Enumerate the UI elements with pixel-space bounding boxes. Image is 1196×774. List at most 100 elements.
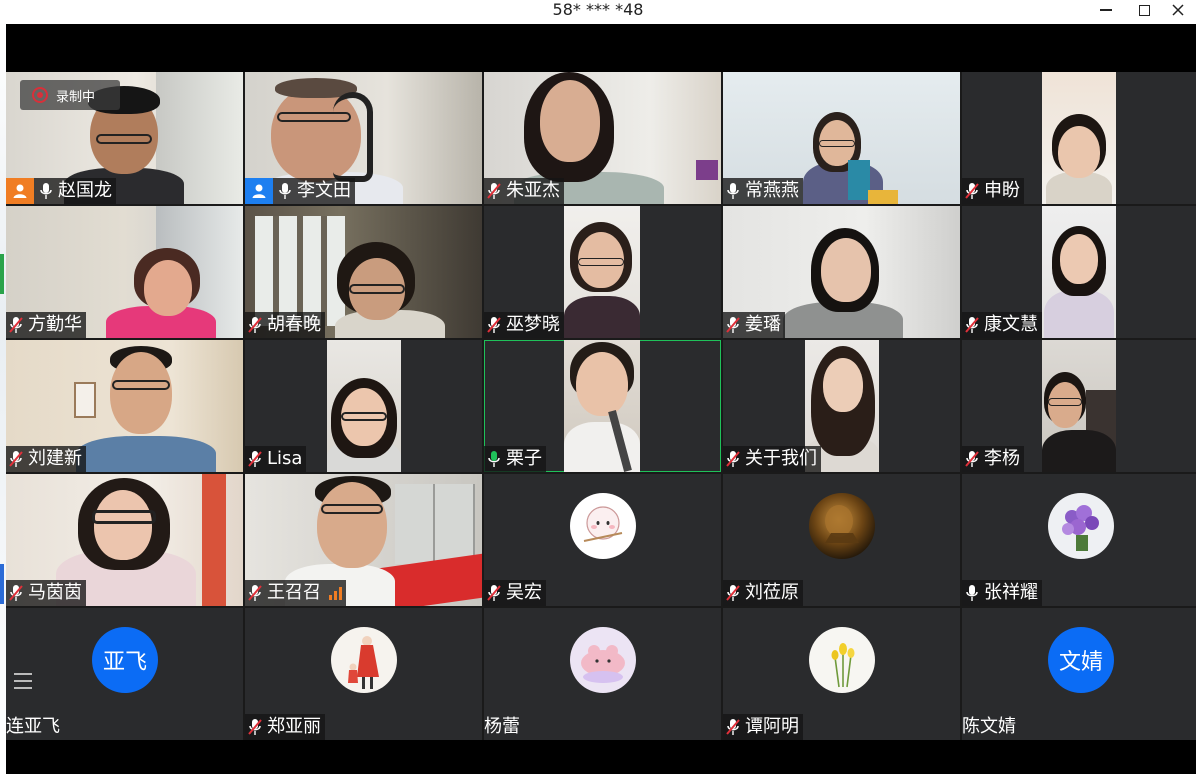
video-feed bbox=[1042, 340, 1116, 472]
video-feed bbox=[1042, 206, 1116, 338]
participant-name: 连亚飞 bbox=[6, 716, 60, 737]
participant-tile[interactable]: 方勤华 bbox=[6, 206, 243, 338]
participant-name-tag: 申盼 bbox=[962, 178, 1024, 204]
maximize-button[interactable] bbox=[1126, 0, 1162, 20]
participant-tile[interactable]: 文婧 陈文婧 bbox=[962, 608, 1196, 740]
participant-name-tag: 马茵茵 bbox=[6, 580, 86, 606]
participant-name-tag: 刘莅原 bbox=[723, 580, 803, 606]
participant-tile[interactable]: 吴宏 bbox=[484, 474, 721, 606]
participant-tile[interactable]: 王召召 bbox=[245, 474, 482, 606]
microphone-icon bbox=[275, 178, 295, 204]
muted-microphone-icon bbox=[723, 580, 743, 606]
participant-name: 方勤华 bbox=[28, 314, 82, 335]
participant-tile-active-speaker[interactable]: 栗子 bbox=[484, 340, 721, 472]
participant-tile[interactable]: 刘建新 bbox=[6, 340, 243, 472]
muted-microphone-icon bbox=[6, 580, 26, 606]
participant-tile[interactable]: Lisa bbox=[245, 340, 482, 472]
participant-name: 栗子 bbox=[506, 448, 542, 469]
participant-tile[interactable]: 马茵茵 bbox=[6, 474, 243, 606]
participant-name-tag: 连亚飞 bbox=[6, 714, 64, 740]
participant-name-tag: 杨蕾 bbox=[484, 714, 524, 740]
participant-grid: 录制中 赵国龙 李文田 朱亚杰 常燕燕 申盼 方勤华 胡春晚 巫梦晓 姜璠 康文… bbox=[6, 72, 1196, 740]
participant-name-tag: 李杨 bbox=[962, 446, 1024, 472]
close-button[interactable] bbox=[1160, 0, 1196, 20]
participant-tile[interactable]: 姜璠 bbox=[723, 206, 960, 338]
yellow-tulips-avatar bbox=[809, 627, 875, 693]
illustration-girl-avatar bbox=[331, 627, 397, 693]
participant-name-tag: 李文田 bbox=[245, 178, 355, 204]
participant-name: 陈文婧 bbox=[962, 716, 1016, 737]
muted-microphone-icon bbox=[6, 446, 26, 472]
minimize-button[interactable] bbox=[1088, 0, 1124, 20]
participant-name: 申盼 bbox=[984, 180, 1020, 201]
participant-tile[interactable]: 李杨 bbox=[962, 340, 1196, 472]
participant-name: 李文田 bbox=[297, 180, 351, 201]
bottom-bar bbox=[6, 740, 1196, 774]
muted-microphone-icon bbox=[6, 312, 26, 338]
lion-photo-avatar bbox=[809, 493, 875, 559]
participant-name: 吴宏 bbox=[506, 582, 542, 603]
participant-name: 巫梦晓 bbox=[506, 314, 560, 335]
participant-name-tag: 谭阿明 bbox=[723, 714, 803, 740]
participant-name-tag: 姜璠 bbox=[723, 312, 785, 338]
pink-cloud-avatar bbox=[570, 627, 636, 693]
participant-name-tag: 关于我们 bbox=[723, 446, 821, 472]
close-icon bbox=[1172, 4, 1184, 16]
participant-tile[interactable]: 关于我们 bbox=[723, 340, 960, 472]
participant-name: 康文慧 bbox=[984, 314, 1038, 335]
participant-tile[interactable]: 录制中 赵国龙 bbox=[6, 72, 243, 204]
recording-label: 录制中 bbox=[56, 89, 96, 105]
muted-microphone-icon bbox=[245, 312, 265, 338]
maximize-icon bbox=[1138, 4, 1150, 16]
microphone-icon bbox=[962, 580, 982, 606]
participant-tile[interactable]: 巫梦晓 bbox=[484, 206, 721, 338]
participant-tile[interactable]: 张祥耀 bbox=[962, 474, 1196, 606]
muted-microphone-icon bbox=[245, 446, 265, 472]
participant-tile[interactable]: 亚飞 连亚飞 bbox=[6, 608, 243, 740]
participant-name-tag: 张祥耀 bbox=[962, 580, 1042, 606]
participant-name: 郑亚丽 bbox=[267, 716, 321, 737]
participant-tile[interactable]: 朱亚杰 bbox=[484, 72, 721, 204]
muted-microphone-icon bbox=[723, 446, 743, 472]
participant-name-tag: 朱亚杰 bbox=[484, 178, 564, 204]
record-icon bbox=[32, 87, 48, 103]
recording-indicator: 录制中 bbox=[20, 80, 120, 110]
participant-tile[interactable]: 康文慧 bbox=[962, 206, 1196, 338]
video-feed bbox=[564, 206, 640, 338]
muted-microphone-icon bbox=[484, 178, 504, 204]
participant-name: 常燕燕 bbox=[745, 180, 799, 201]
participant-name: 胡春晚 bbox=[267, 314, 321, 335]
participant-tile[interactable]: 李文田 bbox=[245, 72, 482, 204]
initials-avatar: 文婧 bbox=[1048, 627, 1114, 693]
participant-tile[interactable]: 谭阿明 bbox=[723, 608, 960, 740]
participant-name-tag: 赵国龙 bbox=[6, 178, 116, 204]
participant-name-tag: 方勤华 bbox=[6, 312, 86, 338]
participant-tile[interactable]: 刘莅原 bbox=[723, 474, 960, 606]
participant-name-tag: 胡春晚 bbox=[245, 312, 325, 338]
muted-microphone-icon bbox=[484, 312, 504, 338]
participant-tile[interactable]: 申盼 bbox=[962, 72, 1196, 204]
host-icon bbox=[6, 178, 34, 204]
participant-name: 张祥耀 bbox=[984, 582, 1038, 603]
initials-avatar: 亚飞 bbox=[92, 627, 158, 693]
participant-name: 赵国龙 bbox=[58, 180, 112, 201]
participant-name-tag: Lisa bbox=[245, 446, 307, 472]
participant-tile[interactable]: 郑亚丽 bbox=[245, 608, 482, 740]
muted-microphone-icon bbox=[484, 580, 504, 606]
participant-tile[interactable]: 胡春晚 bbox=[245, 206, 482, 338]
video-feed bbox=[1042, 72, 1116, 204]
participant-name-tag: 刘建新 bbox=[6, 446, 86, 472]
muted-microphone-icon bbox=[245, 580, 265, 606]
minimize-icon bbox=[1100, 9, 1112, 11]
speaking-microphone-icon bbox=[484, 446, 504, 472]
muted-microphone-icon bbox=[962, 178, 982, 204]
list-menu-icon[interactable] bbox=[14, 670, 36, 692]
microphone-icon bbox=[723, 178, 743, 204]
muted-microphone-icon bbox=[245, 714, 265, 740]
participant-name-tag: 吴宏 bbox=[484, 580, 546, 606]
participant-name: 李杨 bbox=[984, 448, 1020, 469]
muted-microphone-icon bbox=[723, 714, 743, 740]
participant-name: 马茵茵 bbox=[28, 582, 82, 603]
participant-tile[interactable]: 常燕燕 bbox=[723, 72, 960, 204]
participant-tile[interactable]: 杨蕾 bbox=[484, 608, 721, 740]
